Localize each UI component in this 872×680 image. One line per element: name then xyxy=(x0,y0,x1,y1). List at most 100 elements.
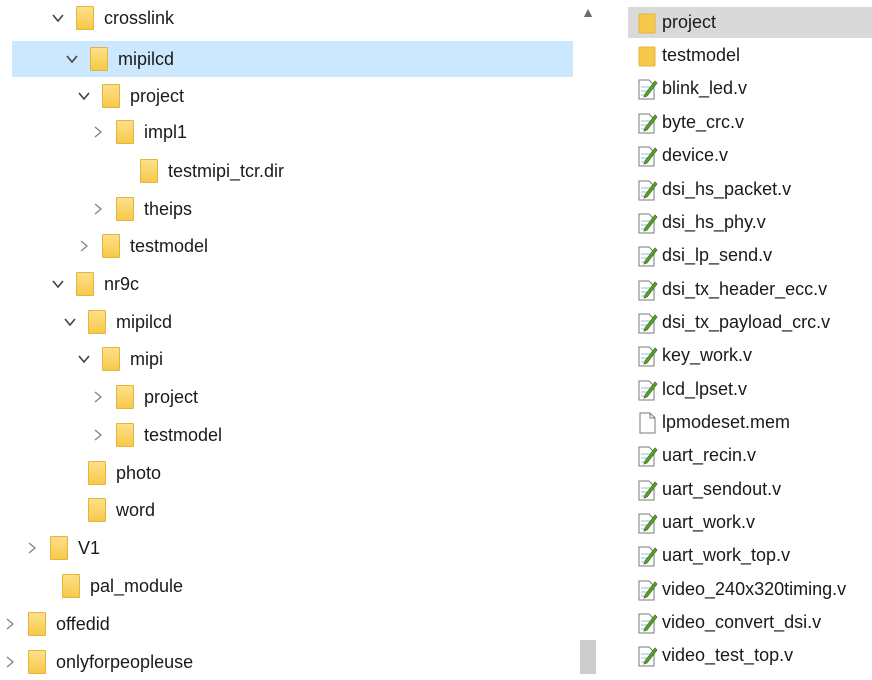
tree-item-project[interactable]: project xyxy=(0,78,184,114)
scroll-up-arrow-icon[interactable]: ▲ xyxy=(580,4,596,20)
file-item-label: byte_crc.v xyxy=(662,112,745,132)
chevron-down-icon[interactable] xyxy=(48,8,68,28)
file-item-label: uart_work.v xyxy=(662,512,756,532)
tree-item-mipilcd[interactable]: mipilcd xyxy=(0,304,172,340)
file-item-dsi-hs-packet-v[interactable]: dsi_hs_packet.v xyxy=(628,174,872,205)
folder-icon xyxy=(102,234,120,258)
tree-item-testmipi-tcr-dir[interactable]: testmipi_tcr.dir xyxy=(0,153,284,189)
file-item-testmodel[interactable]: testmodel xyxy=(628,40,872,71)
file-item-lpmodeset-mem[interactable]: lpmodeset.mem xyxy=(628,407,872,438)
tree-item-label: mipilcd xyxy=(118,48,175,69)
folder-icon xyxy=(62,574,80,598)
folder-icon xyxy=(116,120,134,144)
tree-item-label: theips xyxy=(144,198,193,219)
chevron-down-icon[interactable] xyxy=(60,312,80,332)
tree-item-label: V1 xyxy=(78,537,101,558)
chevron-right-icon[interactable] xyxy=(88,199,108,219)
tree-item-label: offedid xyxy=(56,613,110,634)
file-item-lcd-lpset-v[interactable]: lcd_lpset.v xyxy=(628,374,872,405)
verilog-file-icon xyxy=(636,111,658,135)
tree-item-offedid[interactable]: offedid xyxy=(0,606,110,642)
folder-icon xyxy=(116,385,134,409)
tree-item-crosslink[interactable]: crosslink xyxy=(0,0,174,36)
tree-item-label: word xyxy=(116,499,156,520)
chevron-right-icon[interactable] xyxy=(74,236,94,256)
file-item-video-test-top-v[interactable]: video_test_top.v xyxy=(628,640,872,671)
chevron-right-icon[interactable] xyxy=(0,614,20,634)
file-item-dsi-lp-send-v[interactable]: dsi_lp_send.v xyxy=(628,240,872,271)
file-item-label: dsi_tx_payload_crc.v xyxy=(662,312,831,332)
folder-icon xyxy=(102,347,120,371)
file-item-label: dsi_hs_phy.v xyxy=(662,212,766,232)
tree-item-label: testmodel xyxy=(144,424,223,445)
chevron-right-icon[interactable] xyxy=(88,122,108,142)
folder-icon xyxy=(88,310,106,334)
tree-item-project[interactable]: project xyxy=(0,379,198,415)
file-item-dsi-tx-payload-crc-v[interactable]: dsi_tx_payload_crc.v xyxy=(628,307,872,338)
chevron-right-icon[interactable] xyxy=(22,538,42,558)
file-item-byte-crc-v[interactable]: byte_crc.v xyxy=(628,107,872,138)
file-item-label: video_240x320timing.v xyxy=(662,579,847,599)
file-item-uart-work-top-v[interactable]: uart_work_top.v xyxy=(628,540,872,571)
file-item-uart-work-v[interactable]: uart_work.v xyxy=(628,507,872,538)
tree-item-label: mipilcd xyxy=(116,311,173,332)
tree-item-theips[interactable]: theips xyxy=(0,191,192,227)
tree-item-impl1[interactable]: impl1 xyxy=(0,114,187,150)
verilog-file-icon xyxy=(636,144,658,168)
blank-file-icon xyxy=(636,411,658,435)
chevron-down-icon[interactable] xyxy=(62,49,82,69)
tree-item-onlyforpeopleuse[interactable]: onlyforpeopleuse xyxy=(0,644,193,680)
file-item-key-work-v[interactable]: key_work.v xyxy=(628,340,872,371)
chevron-right-icon[interactable] xyxy=(88,387,108,407)
tree-item-testmodel[interactable]: testmodel xyxy=(0,417,222,453)
folder-icon xyxy=(90,47,108,71)
folder-icon xyxy=(102,84,120,108)
chevron-down-icon[interactable] xyxy=(74,349,94,369)
tree-item-label: pal_module xyxy=(90,575,184,596)
tree-item-testmodel[interactable]: testmodel xyxy=(0,228,208,264)
file-item-blink-led-v[interactable]: blink_led.v xyxy=(628,73,872,104)
folder-icon xyxy=(116,197,134,221)
file-item-video-convert-dsi-v[interactable]: video_convert_dsi.v xyxy=(628,607,872,638)
verilog-file-icon xyxy=(636,311,658,335)
verilog-file-icon xyxy=(636,378,658,402)
tree-item-label: nr9c xyxy=(104,273,140,294)
file-item-uart-recin-v[interactable]: uart_recin.v xyxy=(628,440,872,471)
file-item-project[interactable]: project xyxy=(628,7,872,38)
file-item-video-240x320timing-v[interactable]: video_240x320timing.v xyxy=(628,574,872,605)
tree-item-mipi[interactable]: mipi xyxy=(0,341,163,377)
file-item-uart-sendout-v[interactable]: uart_sendout.v xyxy=(628,474,872,505)
tree-item-label: project xyxy=(144,386,199,407)
verilog-file-icon xyxy=(636,578,658,602)
file-item-dsi-tx-header-ecc-v[interactable]: dsi_tx_header_ecc.v xyxy=(628,274,872,305)
verilog-file-icon xyxy=(636,478,658,502)
scroll-thumb[interactable] xyxy=(580,640,596,674)
file-item-label: dsi_tx_header_ecc.v xyxy=(662,279,828,299)
file-item-label: lcd_lpset.v xyxy=(662,379,748,399)
navigation-pane: crosslink mipilcd project impl1 testmipi_tcr… xyxy=(0,0,600,674)
tree-item-label: onlyforpeopleuse xyxy=(56,651,194,672)
tree-item-label: photo xyxy=(116,462,162,483)
tree-item-pal-module[interactable]: pal_module xyxy=(0,568,183,604)
verilog-file-icon xyxy=(636,344,658,368)
vertical-scrollbar[interactable]: ▲ xyxy=(576,0,600,674)
chevron-right-icon[interactable] xyxy=(88,425,108,445)
file-item-label: uart_sendout.v xyxy=(662,479,782,499)
tree-item-label: mipi xyxy=(130,348,164,369)
tree-item-v1[interactable]: V1 xyxy=(0,530,100,566)
file-item-device-v[interactable]: device.v xyxy=(628,140,872,171)
tree-item-word[interactable]: word xyxy=(0,492,155,528)
chevron-right-icon[interactable] xyxy=(0,652,20,672)
tree-item-label: impl1 xyxy=(144,121,188,142)
folder-icon xyxy=(116,423,134,447)
file-item-dsi-hs-phy-v[interactable]: dsi_hs_phy.v xyxy=(628,207,872,238)
tree-item-photo[interactable]: photo xyxy=(0,455,161,491)
tree-item-nr9c[interactable]: nr9c xyxy=(0,266,139,302)
chevron-down-icon[interactable] xyxy=(74,86,94,106)
tree-item-mipilcd[interactable]: mipilcd xyxy=(12,41,573,77)
verilog-file-icon xyxy=(636,444,658,468)
chevron-down-icon[interactable] xyxy=(48,274,68,294)
file-item-label: uart_work_top.v xyxy=(662,545,791,565)
